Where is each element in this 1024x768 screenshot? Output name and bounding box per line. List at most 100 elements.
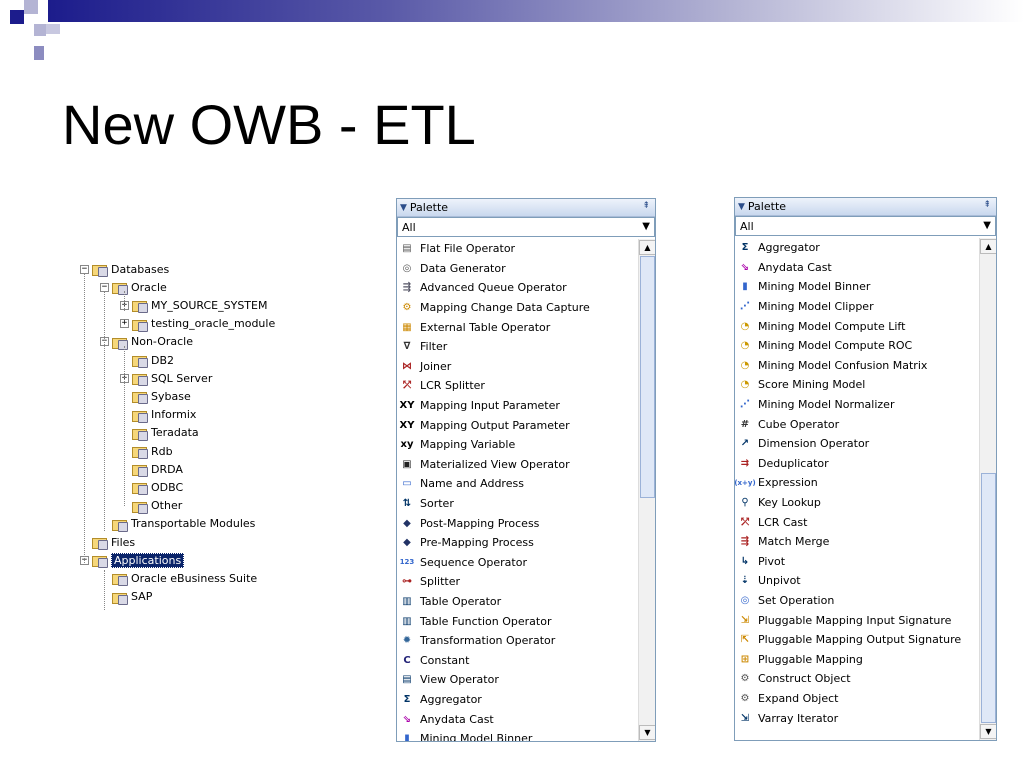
output-signature-icon: ⇱ bbox=[740, 634, 750, 646]
palette-item[interactable]: ▮ Mining Model Binner bbox=[735, 277, 978, 297]
tree-item[interactable]: + testing_oracle_module bbox=[120, 315, 275, 333]
palette-item[interactable]: ⇣ Unpivot bbox=[735, 571, 978, 591]
palette-item[interactable]: ◔ Score Mining Model bbox=[735, 375, 978, 395]
expand-icon[interactable]: + bbox=[120, 319, 129, 329]
collapse-triangle-icon[interactable]: ▼ bbox=[400, 203, 407, 213]
tree-item[interactable]: − Applications bbox=[80, 551, 185, 569]
palette-item[interactable]: ◎ Data Generator bbox=[397, 259, 637, 279]
palette-item[interactable]: ⤱ LCR Splitter bbox=[397, 376, 637, 396]
tree-guide-line bbox=[124, 291, 125, 311]
palette-item[interactable]: ⚲ Key Lookup bbox=[735, 493, 978, 513]
palette-item[interactable]: Σ Aggregator bbox=[397, 690, 637, 710]
palette-item-label: Table Function Operator bbox=[420, 614, 552, 628]
tree-item[interactable]: Teradata bbox=[120, 424, 199, 442]
palette-item[interactable]: XY Mapping Input Parameter bbox=[397, 396, 637, 416]
tree-item[interactable]: Other bbox=[120, 497, 182, 515]
palette-item[interactable]: ⇶ Match Merge bbox=[735, 532, 978, 552]
tree-item[interactable]: + SQL Server bbox=[120, 369, 212, 387]
palette-item[interactable]: ⇅ Sorter bbox=[397, 494, 637, 514]
palette-item[interactable]: Σ Aggregator bbox=[735, 238, 978, 258]
palette-item[interactable]: xy Mapping Variable bbox=[397, 435, 637, 455]
palette-item[interactable]: ⇘ Anydata Cast bbox=[397, 709, 637, 729]
pin-icon[interactable]: ⇞ bbox=[642, 201, 650, 211]
scroll-down-button[interactable]: ▼ bbox=[980, 724, 996, 739]
dropdown-arrow-icon[interactable]: ▼ bbox=[642, 221, 650, 232]
tree-item[interactable]: Transportable Modules bbox=[100, 515, 255, 533]
scroll-down-button[interactable]: ▼ bbox=[639, 725, 655, 740]
palette-scrollbar[interactable]: ▲ ▼ bbox=[638, 239, 655, 741]
collapse-triangle-icon[interactable]: ▼ bbox=[738, 202, 745, 212]
tree-item[interactable]: Sybase bbox=[120, 387, 191, 405]
palette-scrollbar[interactable]: ▲ ▼ bbox=[979, 238, 996, 740]
palette-item[interactable]: ⤱ LCR Cast bbox=[735, 512, 978, 532]
tree-item[interactable]: Oracle eBusiness Suite bbox=[100, 569, 257, 587]
palette-item[interactable]: ⊞ Pluggable Mapping bbox=[735, 650, 978, 670]
scroll-up-button[interactable]: ▲ bbox=[980, 239, 996, 254]
palette-item-label: Unpivot bbox=[758, 574, 801, 588]
palette-item[interactable]: C Constant bbox=[397, 651, 637, 671]
palette-item[interactable]: ◆ Post-Mapping Process bbox=[397, 513, 637, 533]
palette-item[interactable]: ⚙ Construct Object bbox=[735, 669, 978, 689]
palette-item[interactable]: ◔ Mining Model Compute ROC bbox=[735, 336, 978, 356]
palette-item[interactable]: ▦ External Table Operator bbox=[397, 317, 637, 337]
pin-icon[interactable]: ⇞ bbox=[983, 200, 991, 210]
palette-item[interactable]: XY Mapping Output Parameter bbox=[397, 415, 637, 435]
palette-item[interactable]: ⋰ Mining Model Clipper bbox=[735, 297, 978, 317]
palette-item[interactable]: ◔ Mining Model Compute Lift bbox=[735, 316, 978, 336]
tree-item[interactable]: − Oracle bbox=[100, 278, 167, 296]
palette-item[interactable]: ▥ Table Function Operator bbox=[397, 611, 637, 631]
anydata-cast-icon: ⇘ bbox=[402, 713, 412, 725]
palette-item[interactable]: ⇲ Varray Iterator bbox=[735, 708, 978, 728]
tree-item[interactable]: ODBC bbox=[120, 478, 183, 496]
palette-item[interactable]: ↳ Pivot bbox=[735, 552, 978, 572]
folder-database-icon bbox=[132, 372, 148, 387]
palette-item[interactable]: ⋈ Joiner bbox=[397, 357, 637, 377]
palette-item[interactable]: # Cube Operator bbox=[735, 414, 978, 434]
dropdown-arrow-icon[interactable]: ▼ bbox=[983, 220, 991, 231]
tree-item[interactable]: DRDA bbox=[120, 460, 183, 478]
palette-item[interactable]: ✹ Transformation Operator bbox=[397, 631, 637, 651]
palette-item-label: LCR Splitter bbox=[420, 379, 485, 393]
palette-item[interactable]: ◎ Set Operation bbox=[735, 591, 978, 611]
tree-item[interactable]: DB2 bbox=[120, 351, 174, 369]
palette-item[interactable]: ▮ Mining Model Binner bbox=[397, 729, 637, 741]
palette-item[interactable]: ⋰ Mining Model Normalizer bbox=[735, 395, 978, 415]
palette-item[interactable]: ◔ Mining Model Confusion Matrix bbox=[735, 356, 978, 376]
tree-item[interactable]: Informix bbox=[120, 406, 196, 424]
palette-item-label: Pluggable Mapping bbox=[758, 652, 863, 666]
palette-item[interactable]: ⇶ Advanced Queue Operator bbox=[397, 278, 637, 298]
scroll-thumb[interactable] bbox=[981, 473, 996, 723]
palette-item[interactable]: ▤ Flat File Operator bbox=[397, 239, 637, 259]
palette-item[interactable]: (x+y) Expression bbox=[735, 473, 978, 493]
palette-item[interactable]: ⇉ Deduplicator bbox=[735, 454, 978, 474]
palette-item[interactable]: ⇲ Pluggable Mapping Input Signature bbox=[735, 610, 978, 630]
project-tree[interactable]: − Databases − Oracle + MY_SOURCE_SYSTEM + testi… bbox=[78, 260, 288, 612]
palette-item[interactable]: 123 Sequence Operator bbox=[397, 553, 637, 573]
palette-item[interactable]: ∇ Filter bbox=[397, 337, 637, 357]
tree-guide-line bbox=[84, 273, 85, 565]
scroll-up-button[interactable]: ▲ bbox=[639, 240, 655, 255]
tree-item[interactable]: − Databases bbox=[80, 260, 169, 278]
tree-item[interactable]: Rdb bbox=[120, 442, 173, 460]
palette-item[interactable]: ⊶ Splitter bbox=[397, 572, 637, 592]
scroll-thumb[interactable] bbox=[640, 256, 655, 498]
folder-database-icon bbox=[92, 554, 108, 569]
palette-item[interactable]: ▤ View Operator bbox=[397, 670, 637, 690]
expand-object-icon: ⚙ bbox=[740, 693, 750, 705]
palette-item[interactable]: ⇘ Anydata Cast bbox=[735, 258, 978, 278]
tree-item[interactable]: + MY_SOURCE_SYSTEM bbox=[120, 296, 267, 314]
palette-item[interactable]: ⚙ Mapping Change Data Capture bbox=[397, 298, 637, 318]
palette-item[interactable]: ◆ Pre-Mapping Process bbox=[397, 533, 637, 553]
palette-filter-select[interactable]: All ▼ bbox=[397, 217, 655, 237]
palette-item[interactable]: ⚙ Expand Object bbox=[735, 689, 978, 709]
palette-item[interactable]: ↗ Dimension Operator bbox=[735, 434, 978, 454]
palette-item[interactable]: ▥ Table Operator bbox=[397, 592, 637, 612]
palette-item[interactable]: ▭ Name and Address bbox=[397, 474, 637, 494]
palette-item[interactable]: ⇱ Pluggable Mapping Output Signature bbox=[735, 630, 978, 650]
tree-item[interactable]: Files bbox=[80, 533, 135, 551]
tree-item[interactable]: SAP bbox=[100, 588, 152, 606]
tree-item[interactable]: − Non-Oracle bbox=[100, 333, 193, 351]
palette-filter-select[interactable]: All ▼ bbox=[735, 216, 996, 236]
palette-header-label: Palette bbox=[409, 201, 449, 214]
palette-item[interactable]: ▣ Materialized View Operator bbox=[397, 455, 637, 475]
